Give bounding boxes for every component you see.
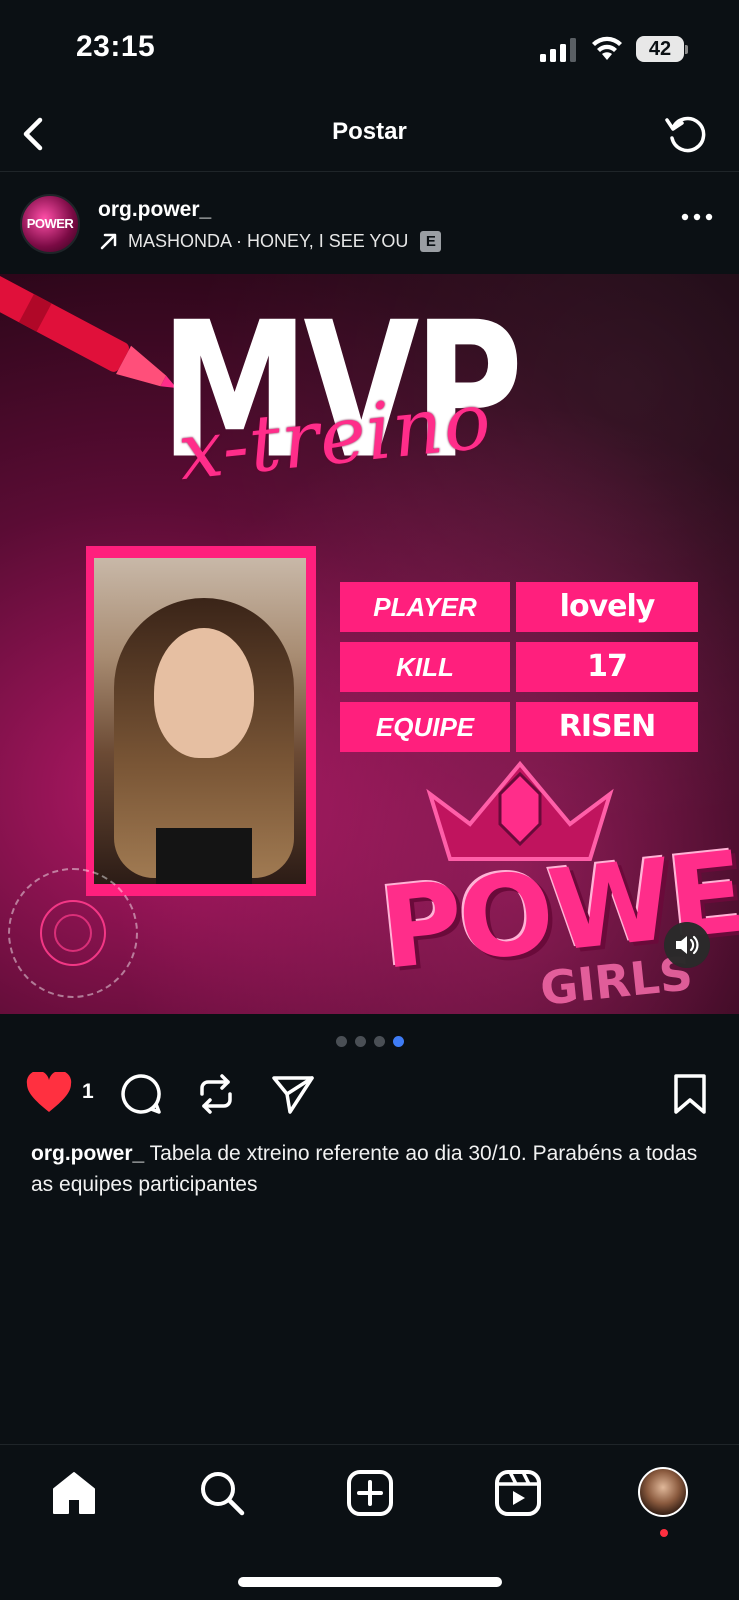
carousel-indicator <box>0 1036 739 1048</box>
avatar-logo-text: POWER <box>26 216 74 231</box>
top-header: Postar <box>0 100 739 172</box>
player-photo <box>94 558 306 884</box>
circle-ring-inner <box>54 914 92 952</box>
explicit-badge: E <box>420 230 442 252</box>
carousel-dot <box>373 1036 385 1047</box>
bottom-navigation <box>0 1444 739 1600</box>
carousel-dot-active <box>392 1036 404 1047</box>
heart-icon[interactable] <box>26 1072 72 1114</box>
post-username[interactable]: org.power_ <box>98 198 211 222</box>
status-time: 23:15 <box>76 30 156 63</box>
carousel-dot <box>354 1036 366 1047</box>
post-image[interactable]: MVP x-treino PLAYER lovely KILL 17 EQUIP… <box>0 274 739 1014</box>
stats-value: lovely <box>516 582 698 632</box>
comment-icon[interactable] <box>118 1072 164 1116</box>
search-icon[interactable] <box>196 1467 248 1519</box>
stats-label: PLAYER <box>340 582 510 632</box>
arrow-up-right-icon <box>100 233 117 250</box>
profile-avatar[interactable] <box>638 1467 688 1517</box>
post-header: POWER org.power_ MASHONDA · HONEY, I SEE… <box>0 172 739 274</box>
carousel-dot <box>335 1036 347 1047</box>
music-label: MASHONDA · HONEY, I SEE YOU <box>128 230 409 251</box>
page-title: Postar <box>332 118 407 145</box>
post-caption: org.power_ Tabela de xtreino referente a… <box>31 1138 721 1200</box>
post-music-link[interactable]: MASHONDA · HONEY, I SEE YOU E <box>98 230 442 252</box>
player-photo-frame <box>86 546 316 896</box>
post-author-avatar[interactable]: POWER <box>20 194 80 254</box>
repost-icon[interactable] <box>194 1072 238 1116</box>
battery-level: 42 <box>636 36 684 62</box>
battery-icon: 42 <box>636 36 688 62</box>
power-girls-logo: POWER GIRLS <box>360 744 739 1014</box>
more-options-button[interactable] <box>677 202 717 232</box>
mvp-stats-table: PLAYER lovely KILL 17 EQUIPE RISEN <box>340 582 698 762</box>
battery-tip <box>685 45 688 54</box>
stats-label: KILL <box>340 642 510 692</box>
home-indicator <box>238 1577 502 1587</box>
home-icon[interactable] <box>48 1467 100 1519</box>
stats-row: PLAYER lovely <box>340 582 698 632</box>
stats-value: 17 <box>516 642 698 692</box>
refresh-button[interactable] <box>661 108 713 160</box>
send-icon[interactable] <box>270 1072 316 1116</box>
circle-ring <box>40 900 106 966</box>
wifi-icon <box>592 36 622 60</box>
like-count[interactable]: 1 <box>82 1080 94 1104</box>
sound-toggle-button[interactable] <box>664 922 710 968</box>
photo-face <box>154 628 254 758</box>
post-action-bar: 1 <box>0 1066 739 1122</box>
notification-dot <box>660 1529 668 1537</box>
signal-icon <box>540 38 576 62</box>
status-bar: 23:15 42 <box>0 0 739 100</box>
create-icon[interactable] <box>344 1467 396 1519</box>
caption-username[interactable]: org.power_ <box>31 1142 144 1165</box>
photo-clothing <box>156 828 252 884</box>
circular-text-badge <box>8 868 138 998</box>
stats-row: KILL 17 <box>340 642 698 692</box>
bookmark-icon[interactable] <box>670 1072 710 1116</box>
reels-icon[interactable] <box>492 1467 544 1519</box>
